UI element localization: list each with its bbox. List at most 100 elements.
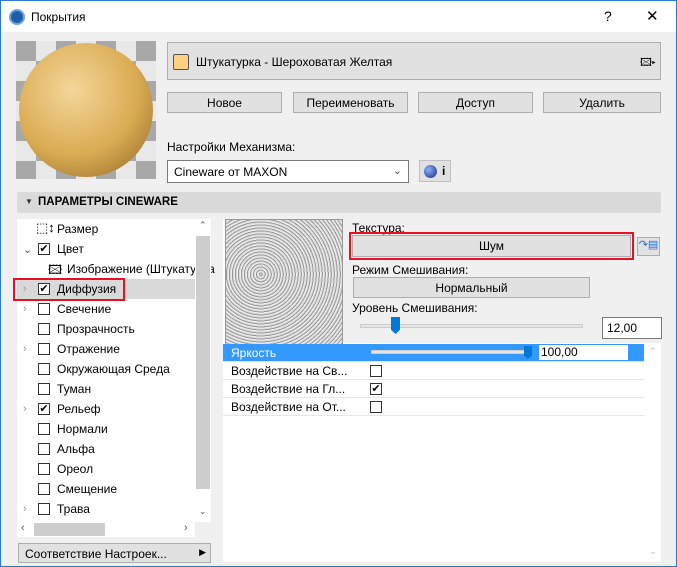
slider-thumb[interactable] — [524, 346, 532, 359]
blend-level-slider[interactable] — [360, 317, 583, 334]
material-swatch — [173, 54, 189, 70]
channel-checkbox[interactable] — [38, 503, 50, 515]
match-settings-label: Соответствие Настроек... — [25, 547, 167, 561]
material-selector[interactable]: Штукатурка - Шероховатая Желтая 🖾▸ — [167, 42, 661, 80]
tree-vertical-scrollbar[interactable]: ⌃ ⌄ — [195, 219, 211, 522]
param-row[interactable]: Воздействие на От... — [223, 398, 644, 416]
tree-item-label: Нормали — [57, 422, 108, 436]
tree-item[interactable]: Нормали — [17, 419, 195, 439]
params-table: Яркость 100,00 Воздействие на Св... Воздейс… — [223, 344, 644, 416]
tree-item-label: Размер — [57, 222, 99, 236]
tree-item[interactable]: 🖾 Изображение (Штукатурка — [17, 259, 215, 279]
tree-item-label: Рельеф — [57, 402, 101, 416]
help-button[interactable]: ? — [604, 8, 612, 24]
rename-button[interactable]: Переименовать — [293, 92, 408, 113]
blend-mode-button[interactable]: Нормальный — [353, 277, 590, 298]
chevron-down-icon: ⌄ — [392, 165, 402, 177]
blend-level-input[interactable]: 12,00 — [602, 317, 662, 339]
tree-item-label: Свечение — [57, 302, 112, 316]
tree-item-label: Смещение — [57, 482, 118, 496]
materials-dialog: Покрытия ? ✕ Штукатурка - Шероховатая Же… — [0, 0, 677, 567]
channel-checkbox[interactable] — [38, 483, 50, 495]
tree-item[interactable]: › ✔ Рельеф — [17, 399, 195, 419]
scrollbar-thumb[interactable] — [196, 236, 210, 489]
blend-mode-label: Режим Смешивания: — [352, 263, 469, 277]
size-icon: ⬚↕ — [36, 220, 55, 235]
collapse-triangle-icon: ▼ — [25, 197, 33, 206]
channel-checkbox[interactable] — [38, 363, 50, 375]
channel-checkbox[interactable] — [38, 383, 50, 395]
engine-value: Cineware от MAXON — [174, 165, 288, 179]
engine-label: Настройки Механизма: — [167, 140, 296, 154]
tree-item-label: Ореол — [57, 462, 94, 476]
param-checkbox[interactable]: ✔ — [370, 383, 382, 395]
brightness-slider[interactable] — [371, 346, 532, 359]
blend-level-label: Уровень Смешивания: — [352, 301, 478, 315]
match-settings-button[interactable]: Соответствие Настроек... ▶ — [18, 543, 211, 563]
tree-item[interactable]: ⬚↕ Размер — [17, 219, 195, 239]
delete-button[interactable]: Удалить — [543, 92, 661, 113]
tree-item[interactable]: Окружающая Среда — [17, 359, 195, 379]
scrollbar-thumb[interactable] — [34, 523, 105, 536]
tree-item[interactable]: Ореол — [17, 459, 195, 479]
expand-arrow-icon[interactable]: › — [23, 303, 27, 315]
param-row[interactable]: Воздействие на Св... — [223, 362, 644, 380]
section-header[interactable]: ▼ ПАРАМЕТРЫ CINEWARE — [17, 192, 661, 213]
param-checkbox[interactable] — [370, 365, 382, 377]
tree-item[interactable]: ⌄ ✔ Цвет — [17, 239, 195, 259]
channel-checkbox[interactable] — [38, 423, 50, 435]
cinema4d-icon — [424, 165, 437, 178]
channel-tree[interactable]: ⬚↕ Размер ⌄ ✔ Цвет 🖾 Изображение (Штукатурка › ✔… — [13, 219, 215, 522]
channel-checkbox[interactable]: ✔ — [38, 403, 50, 415]
engine-select[interactable]: Cineware от MAXON ⌄ — [167, 160, 409, 183]
param-label: Воздействие на Гл... — [231, 382, 346, 396]
section-title: ПАРАМЕТРЫ CINEWARE — [38, 196, 178, 208]
channel-checkbox[interactable] — [38, 463, 50, 475]
tree-item-label: Прозрачность — [57, 322, 135, 336]
title-bar: Покрытия ? ✕ — [1, 1, 676, 32]
channel-checkbox[interactable] — [38, 303, 50, 315]
engine-info-button[interactable]: i — [419, 160, 451, 182]
tree-item-label: Альфа — [57, 442, 95, 456]
param-label: Воздействие на От... — [231, 400, 346, 414]
param-label: Воздействие на Св... — [231, 364, 348, 378]
close-button[interactable]: ✕ — [646, 7, 659, 25]
tree-item[interactable]: › Трава — [17, 499, 195, 519]
tree-item[interactable]: Альфа — [17, 439, 195, 459]
param-checkbox[interactable] — [370, 401, 382, 413]
tree-item-label: Изображение (Штукатурка — [67, 262, 215, 276]
new-button[interactable]: Новое — [167, 92, 282, 113]
tree-horizontal-scrollbar[interactable]: ‹ › — [17, 522, 195, 537]
tree-item-label: Трава — [57, 502, 90, 516]
expand-arrow-icon[interactable]: › — [23, 503, 27, 515]
expand-arrow-icon[interactable]: › — [23, 343, 27, 355]
expand-arrow-icon[interactable]: › — [23, 403, 27, 415]
tree-item-label: Окружающая Среда — [57, 362, 170, 376]
channel-checkbox[interactable] — [38, 343, 50, 355]
channel-checkbox[interactable] — [38, 443, 50, 455]
window-title: Покрытия — [31, 10, 86, 24]
brightness-input[interactable]: 100,00 — [539, 345, 628, 360]
param-row[interactable]: Воздействие на Гл... ✔ — [223, 380, 644, 398]
texture-preview — [225, 219, 343, 357]
channel-checkbox[interactable] — [38, 323, 50, 335]
tree-item-label: Отражение — [57, 342, 120, 356]
param-row[interactable]: Яркость 100,00 — [223, 344, 644, 362]
tree-item[interactable]: › Отражение — [17, 339, 195, 359]
image-menu-icon[interactable]: 🖾▸ — [640, 54, 656, 73]
tree-item[interactable]: › Свечение — [17, 299, 195, 319]
texture-button[interactable]: Шум — [352, 235, 631, 257]
app-icon — [9, 9, 25, 25]
collapse-arrow-icon[interactable]: ⌄ — [23, 243, 32, 256]
selection-highlight — [13, 278, 125, 301]
tree-item[interactable]: Смещение — [17, 479, 195, 499]
access-button[interactable]: Доступ — [418, 92, 533, 113]
info-icon: i — [442, 164, 446, 178]
params-scrollbar[interactable]: ⌃ ⌄ — [645, 344, 661, 562]
tree-item-label: Туман — [57, 382, 92, 396]
texture-import-icon[interactable]: ↷▤ — [637, 237, 660, 256]
tree-item[interactable]: Прозрачность — [17, 319, 195, 339]
channel-checkbox[interactable]: ✔ — [38, 243, 50, 255]
tree-item[interactable]: Туман — [17, 379, 195, 399]
tree-item-label: Цвет — [57, 242, 84, 256]
